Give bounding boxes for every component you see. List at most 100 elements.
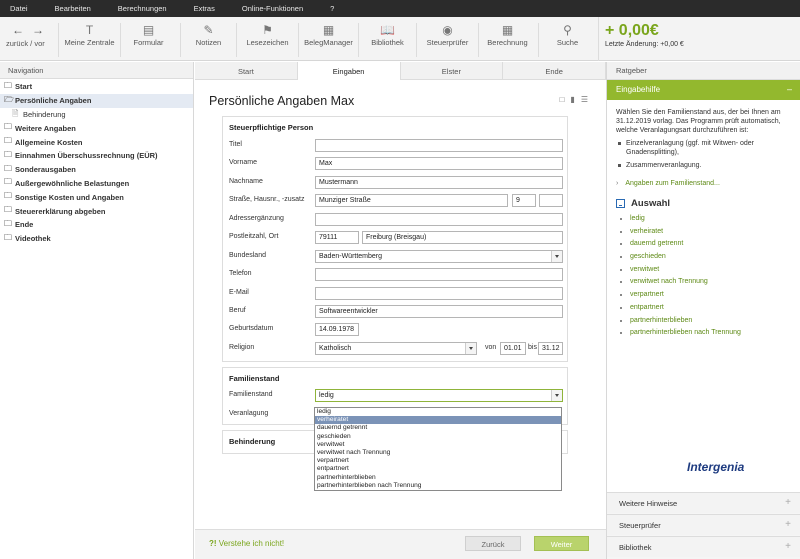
eingabehilfe-header[interactable]: Eingabehilfe – <box>607 80 800 100</box>
arrow-left-icon[interactable]: ← <box>12 23 24 37</box>
nav-item-persoenliche-angaben[interactable]: 🗁 Persönliche Angaben <box>0 93 193 108</box>
menu-extras[interactable]: Extras <box>194 4 215 13</box>
row-religion: Religion Katholisch von 01.01 bis 31.12 <box>229 342 563 355</box>
accordion-steuerpruefer[interactable]: Steuerprüfer + <box>607 514 800 535</box>
dropdown-option[interactable]: verwitwet <box>315 441 561 449</box>
ort-input[interactable]: Freiburg (Breisgau) <box>362 231 563 244</box>
arrow-right-icon[interactable]: → <box>32 23 44 37</box>
hausnr-input[interactable]: 9 <box>512 194 536 207</box>
dropdown-option[interactable]: verwitwet nach Trennung <box>315 449 561 457</box>
nav-item-sonstige-kosten[interactable]: 🗀 Sonstige Kosten und Angaben <box>0 190 193 204</box>
menu-bearbeiten[interactable]: Bearbeiten <box>55 4 91 13</box>
hauszusatz-input[interactable] <box>539 194 563 207</box>
chevron-right-icon: › <box>616 180 619 187</box>
plz-input[interactable]: 79111 <box>315 231 359 244</box>
dropdown-option[interactable]: partnerhinterblieben <box>315 474 561 482</box>
ratgeber-header: Ratgeber <box>607 62 800 80</box>
nav-item-ende[interactable]: 🗀 Ende <box>0 218 193 232</box>
next-button[interactable]: Weiter <box>534 536 589 551</box>
auswahl-option[interactable]: entpartnert <box>616 304 793 317</box>
accordion-label: Steuerprüfer <box>619 521 661 530</box>
folder-icon: 🗀 <box>4 149 12 159</box>
auswahl-option[interactable]: verpartnert <box>616 291 793 304</box>
accordion-label: Bibliothek <box>619 543 652 552</box>
vorname-input[interactable]: Max <box>315 157 563 170</box>
comment-icon[interactable]: □ <box>560 95 565 104</box>
help-bullet: Zusammenveranlagung. <box>616 161 793 170</box>
auswahl-option[interactable]: partnerhinterblieben <box>616 317 793 330</box>
accordion-weitere-hinweise[interactable]: Weitere Hinweise + <box>607 492 800 513</box>
auswahl-option[interactable]: ledig <box>616 215 793 228</box>
belegmanager-button[interactable]: ▦ BelegManager <box>298 23 358 57</box>
menu-berechnungen[interactable]: Berechnungen <box>118 4 167 13</box>
geburtsdatum-input[interactable]: 14.09.1978 <box>315 323 359 336</box>
notizen-button[interactable]: ✎ Notizen <box>180 23 236 57</box>
menu-help[interactable]: ? <box>330 4 334 13</box>
auswahl-option[interactable]: verwitwet <box>616 266 793 279</box>
bibliothek-button[interactable]: 📖 Bibliothek <box>358 23 416 57</box>
dropdown-option[interactable]: geschieden <box>315 433 561 441</box>
familienstand-select[interactable]: ledig <box>315 389 563 402</box>
toolbar: ← → zurück / vor T Meine Zentrale ▤ Formula… <box>0 17 800 61</box>
bis-input[interactable]: 31.12 <box>538 342 563 355</box>
meine-zentrale-button[interactable]: T Meine Zentrale <box>58 23 120 57</box>
email-input[interactable] <box>315 287 563 300</box>
row-vorname: Vorname Max <box>229 157 563 170</box>
dropdown-option[interactable]: partnerhinterblieben nach Trennung <box>315 482 561 490</box>
nachname-input[interactable]: Mustermann <box>315 176 563 189</box>
nav-item-behinderung[interactable]: 🗎 Behinderung <box>0 108 193 122</box>
strasse-input[interactable]: Munziger Straße <box>315 194 508 207</box>
nav-item-abgeben[interactable]: 🗀 Steuererklärung abgeben <box>0 204 193 218</box>
nachname-label: Nachname <box>229 178 263 185</box>
nav-item-euer[interactable]: 🗀 Einnahmen Überschussrechnung (EÜR) <box>0 149 193 163</box>
bookmark-icon[interactable]: ▮ <box>570 95 574 104</box>
adresse-input[interactable] <box>315 213 563 226</box>
auswahl-option[interactable]: partnerhinterblieben nach Trennung <box>616 329 793 342</box>
suche-button[interactable]: ⚲ Suche <box>538 23 596 57</box>
understand-link[interactable]: ?! Verstehe ich nicht! <box>209 539 284 548</box>
dropdown-option[interactable]: dauernd getrennt <box>315 424 561 432</box>
titel-label: Titel <box>229 141 242 148</box>
dropdown-option[interactable]: ledig <box>315 408 561 416</box>
bundesland-select[interactable]: Baden-Württemberg <box>315 250 563 263</box>
lesezeichen-button[interactable]: ⚑ Lesezeichen <box>236 23 298 57</box>
familienstand-info-link[interactable]: › Angaben zum Familienstand... <box>616 180 793 187</box>
help-text: Wählen Sie den Familienstand aus, der be… <box>616 109 781 134</box>
nav-item-videothek[interactable]: 🗀 Videothek <box>0 232 193 246</box>
nav-item-start[interactable]: 🗀 Start <box>0 80 193 94</box>
back-button[interactable]: Zurück <box>465 536 521 551</box>
formular-button[interactable]: ▤ Formular <box>120 23 176 57</box>
auswahl-option[interactable]: verheiratet <box>616 228 793 241</box>
back-forward-nav[interactable]: ← → zurück / vor <box>6 23 56 57</box>
berechnung-button[interactable]: ▦ Berechnung <box>478 23 536 57</box>
telefon-input[interactable] <box>315 268 563 281</box>
religion-select[interactable]: Katholisch <box>315 342 477 355</box>
tab-elster[interactable]: Elster <box>401 62 504 79</box>
tab-start[interactable]: Start <box>195 62 298 79</box>
nav-item-belastungen[interactable]: 🗀 Außergewöhnliche Belastungen <box>0 177 193 191</box>
dropdown-option-highlighted[interactable]: verheiratet <box>315 416 561 425</box>
dropdown-option[interactable]: entpartnert <box>315 465 561 473</box>
list-icon[interactable]: ☰ <box>581 95 588 104</box>
auswahl-option[interactable]: verwitwet nach Trennung <box>616 278 793 291</box>
von-input[interactable]: 01.01 <box>500 342 526 355</box>
collapse-icon[interactable]: – <box>787 84 792 94</box>
menu-datei[interactable]: Datei <box>10 4 28 13</box>
nav-item-allgemeine-kosten[interactable]: 🗀 Allgemeine Kosten <box>0 135 193 149</box>
dropdown-option[interactable]: verpartnert <box>315 457 561 465</box>
bookmark-icon: ⚑ <box>262 23 273 37</box>
menu-online-funktionen[interactable]: Online-Funktionen <box>242 4 303 13</box>
nav-item-sonderausgaben[interactable]: 🗀 Sonderausgaben <box>0 163 193 177</box>
row-telefon: Telefon <box>229 268 563 281</box>
steuerpruefer-button[interactable]: ◉ Steuerprüfer <box>416 23 478 57</box>
auswahl-option[interactable]: geschieden <box>616 253 793 266</box>
beruf-input[interactable]: Softwareentwickler <box>315 305 563 318</box>
plus-icon: + <box>785 519 791 530</box>
titel-input[interactable] <box>315 139 563 152</box>
nav-item-weitere-angaben[interactable]: 🗀 Weitere Angaben <box>0 121 193 135</box>
accordion-bibliothek[interactable]: Bibliothek + <box>607 536 800 557</box>
tab-ende[interactable]: Ende <box>503 62 606 79</box>
auswahl-option[interactable]: dauernd getrennt <box>616 240 793 253</box>
tab-eingaben[interactable]: Eingaben <box>297 62 401 81</box>
row-adresse: Adressergänzung <box>229 213 563 226</box>
